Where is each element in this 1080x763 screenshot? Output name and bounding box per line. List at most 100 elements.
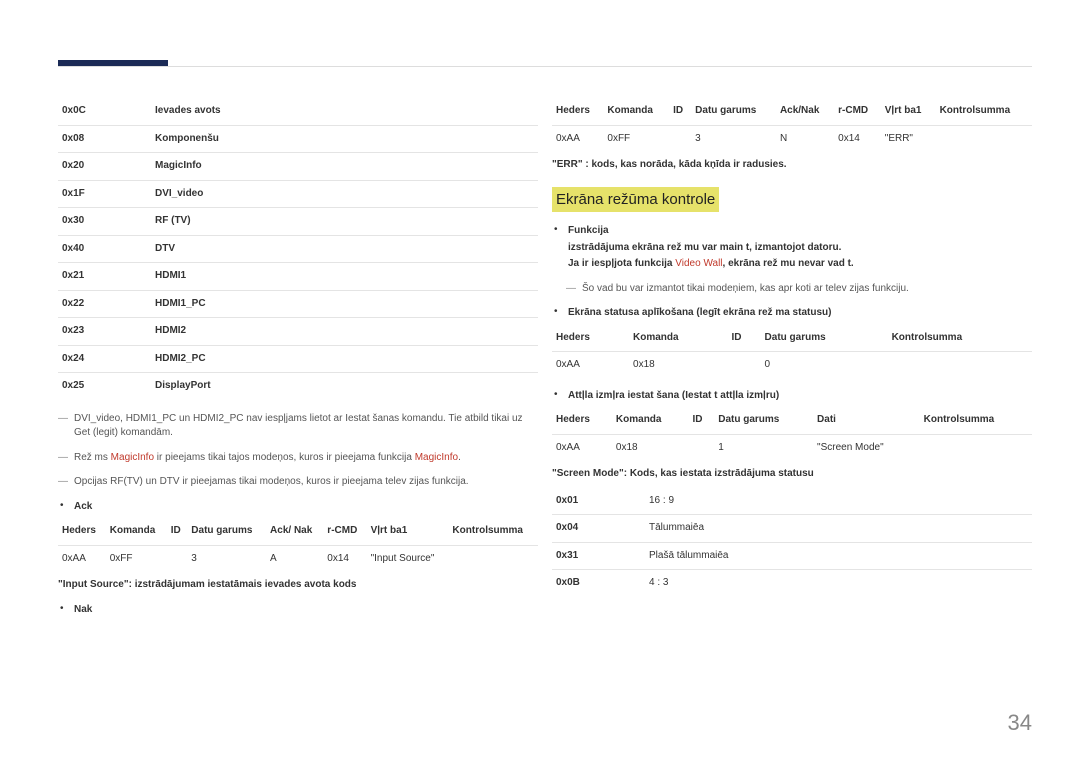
func-note: Šo vad bu var izmantot tikai modeņiem, k…: [566, 278, 1032, 303]
cell: 0xAA: [552, 434, 612, 461]
note-end: .: [458, 452, 461, 463]
section-heading: Ekrāna režūma kontrole: [552, 187, 719, 213]
mode-row: 0x0116 : 9: [552, 488, 1032, 515]
col-header: Datu garums: [714, 407, 813, 434]
cell: 0x18: [629, 352, 727, 379]
mode-code: 0x31: [552, 542, 645, 570]
col-header: r-CMD: [834, 98, 881, 125]
magicinfo-term: MagicInfo: [111, 452, 154, 463]
note-pre: Rež ms: [74, 452, 111, 463]
mode-row: 0x0B4 : 3: [552, 570, 1032, 597]
source-code: 0x0C: [58, 98, 151, 125]
col-header: Heders: [552, 325, 629, 352]
view-bullet: Ekrāna statusa aplīkošana (legīt ekrāna …: [552, 302, 1032, 325]
col-header: ID: [688, 407, 714, 434]
col-header: Vļrt ba1: [367, 518, 449, 545]
cell: 0x14: [834, 125, 881, 152]
mode-name: Tālummaiēa: [645, 515, 1032, 543]
source-name: HDMI2_PC: [151, 345, 538, 373]
source-name: RF (TV): [151, 208, 538, 236]
func-line2-post: , ekrāna rež mu nevar vad t.: [723, 258, 854, 269]
source-code: 0x23: [58, 318, 151, 346]
cell: 3: [187, 545, 266, 572]
col-header: Vļrt ba1: [881, 98, 936, 125]
mode-name: 4 : 3: [645, 570, 1032, 597]
col-header: ID: [727, 325, 760, 352]
cell: 0xAA: [552, 125, 603, 152]
magicinfo-term2: MagicInfo: [415, 452, 458, 463]
col-header: r-CMD: [323, 518, 366, 545]
screen-mode-note: "Screen Mode": Kods, kas iestata izstrād…: [552, 467, 1032, 482]
source-name: Ievades avots: [151, 98, 538, 125]
col-header: Kontrolsumma: [888, 325, 1032, 352]
source-row: 0x21HDMI1: [58, 263, 538, 291]
source-row: 0x0CIevades avots: [58, 98, 538, 125]
nak-label: Nak: [74, 604, 92, 615]
col-header: Komanda: [629, 325, 727, 352]
col-header: ID: [167, 518, 188, 545]
cell: 0xFF: [106, 545, 167, 572]
source-row: 0x08Komponenšu: [58, 125, 538, 153]
cell: 0: [761, 352, 888, 379]
nak-table: HedersKomandaIDDatu garumsAck/Nakr-CMDVļ…: [552, 98, 1032, 152]
mode-code: 0x04: [552, 515, 645, 543]
source-name: Komponenšu: [151, 125, 538, 153]
source-code: 0x40: [58, 235, 151, 263]
col-header: Komanda: [106, 518, 167, 545]
source-code: 0x21: [58, 263, 151, 291]
mode-code: 0x01: [552, 488, 645, 515]
set-label: Attļla izmļra iestat šana (Iestat t attļ…: [568, 390, 779, 401]
cell: 0xAA: [552, 352, 629, 379]
mode-row: 0x31Plašā tālummaiēa: [552, 542, 1032, 570]
col-header: Heders: [552, 98, 603, 125]
cell: [167, 545, 188, 572]
nak-bullet: Nak: [58, 599, 538, 622]
err-note: "ERR" : kods, kas norāda, kāda kņīda ir …: [552, 158, 1032, 173]
col-header: Kontrolsumma: [448, 518, 538, 545]
func-line1: izstrādājuma ekrāna rež mu var main t, i…: [568, 241, 1032, 256]
left-column: 0x0CIevades avots0x08Komponenšu0x20Magic…: [58, 98, 538, 621]
col-header: Komanda: [612, 407, 689, 434]
cell: [448, 545, 538, 572]
cell: 0x14: [323, 545, 366, 572]
col-header: Heders: [58, 518, 106, 545]
mode-name: 16 : 9: [645, 488, 1032, 515]
col-header: Kontrolsumma: [936, 98, 1032, 125]
cell: [936, 125, 1032, 152]
col-header: Datu garums: [187, 518, 266, 545]
video-wall-term: Video Wall: [675, 258, 722, 269]
mode-code: 0x0B: [552, 570, 645, 597]
cell: A: [266, 545, 323, 572]
source-name: HDMI1: [151, 263, 538, 291]
source-code: 0x22: [58, 290, 151, 318]
note-magicinfo: Rež ms MagicInfo ir pieejams tikai tajos…: [58, 447, 538, 472]
cell: "Input Source": [367, 545, 449, 572]
cell: [688, 434, 714, 461]
note-dvi: DVI_video, HDMI1_PC un HDMI2_PC nav iesp…: [58, 408, 538, 447]
source-name: DisplayPort: [151, 373, 538, 400]
source-code: 0x25: [58, 373, 151, 400]
set-bullet: Attļla izmļra iestat šana (Iestat t attļ…: [552, 385, 1032, 408]
col-header: Heders: [552, 407, 612, 434]
header-rule: [58, 66, 1032, 67]
view-label: Ekrāna statusa aplīkošana (legīt ekrāna …: [568, 307, 831, 318]
cell: "Screen Mode": [813, 434, 920, 461]
page: 0x0CIevades avots0x08Komponenšu0x20Magic…: [0, 0, 1080, 763]
ack-label: Ack: [74, 501, 92, 512]
source-row: 0x20MagicInfo: [58, 153, 538, 181]
cell: N: [776, 125, 834, 152]
ack-bullet: Ack: [58, 496, 538, 519]
source-row: 0x22HDMI1_PC: [58, 290, 538, 318]
func-line2: Ja ir iespļjota funkcija Video Wall, ekr…: [568, 257, 1032, 272]
cell: [669, 125, 691, 152]
page-number: 34: [1008, 707, 1032, 739]
source-name: DTV: [151, 235, 538, 263]
cell: [920, 434, 1032, 461]
col-header: Ack/Nak: [776, 98, 834, 125]
cell: 1: [714, 434, 813, 461]
col-header: Ack/ Nak: [266, 518, 323, 545]
source-code: 0x1F: [58, 180, 151, 208]
mode-name: Plašā tālummaiēa: [645, 542, 1032, 570]
ack-table: HedersKomandaIDDatu garumsAck/ Nakr-CMDV…: [58, 518, 538, 572]
source-name: HDMI2: [151, 318, 538, 346]
